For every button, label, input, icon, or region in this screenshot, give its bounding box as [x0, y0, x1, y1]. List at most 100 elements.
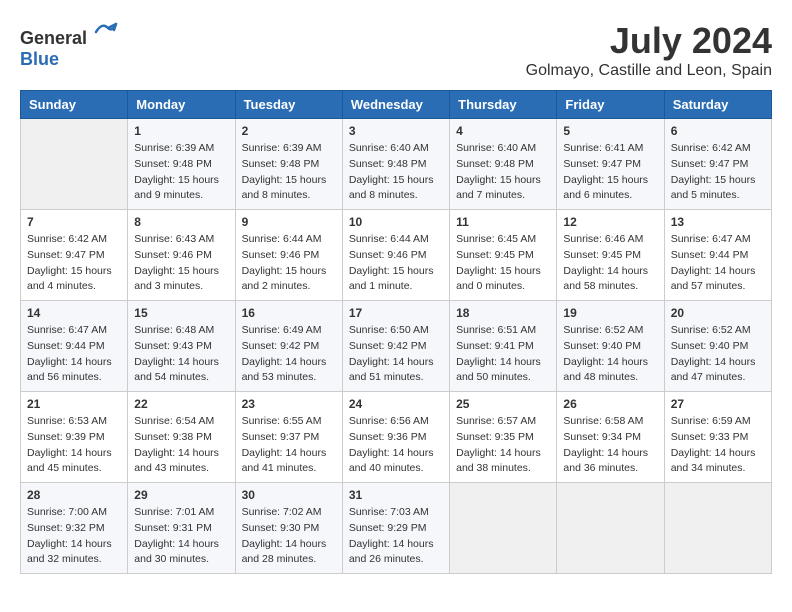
day-number: 30	[242, 488, 336, 502]
sunrise-text: Sunrise: 6:40 AM	[349, 142, 429, 154]
daylight-text: Daylight: 14 hours and 53 minutes.	[242, 356, 327, 384]
calendar-cell: 15 Sunrise: 6:48 AM Sunset: 9:43 PM Dayl…	[128, 301, 235, 392]
sunset-text: Sunset: 9:35 PM	[456, 431, 534, 443]
day-number: 20	[671, 306, 765, 320]
calendar-cell: 3 Sunrise: 6:40 AM Sunset: 9:48 PM Dayli…	[342, 119, 449, 210]
day-number: 19	[563, 306, 657, 320]
daylight-text: Daylight: 14 hours and 28 minutes.	[242, 538, 327, 566]
calendar-cell	[664, 483, 771, 574]
weekday-header-saturday: Saturday	[664, 91, 771, 119]
sunrise-text: Sunrise: 6:48 AM	[134, 324, 214, 336]
week-row-5: 28 Sunrise: 7:00 AM Sunset: 9:32 PM Dayl…	[21, 483, 772, 574]
sunrise-text: Sunrise: 6:43 AM	[134, 233, 214, 245]
sunrise-text: Sunrise: 6:42 AM	[27, 233, 107, 245]
day-info: Sunrise: 6:42 AM Sunset: 9:47 PM Dayligh…	[671, 141, 765, 204]
sunrise-text: Sunrise: 6:56 AM	[349, 415, 429, 427]
day-info: Sunrise: 7:02 AM Sunset: 9:30 PM Dayligh…	[242, 505, 336, 568]
sunset-text: Sunset: 9:46 PM	[349, 249, 427, 261]
day-info: Sunrise: 6:48 AM Sunset: 9:43 PM Dayligh…	[134, 323, 228, 386]
day-info: Sunrise: 6:52 AM Sunset: 9:40 PM Dayligh…	[671, 323, 765, 386]
day-info: Sunrise: 6:40 AM Sunset: 9:48 PM Dayligh…	[456, 141, 550, 204]
day-number: 5	[563, 124, 657, 138]
daylight-text: Daylight: 14 hours and 40 minutes.	[349, 447, 434, 475]
calendar-body: 1 Sunrise: 6:39 AM Sunset: 9:48 PM Dayli…	[21, 119, 772, 574]
sunset-text: Sunset: 9:41 PM	[456, 340, 534, 352]
sunset-text: Sunset: 9:48 PM	[349, 158, 427, 170]
title-section: July 2024 Golmayo, Castille and Leon, Sp…	[526, 20, 772, 80]
day-info: Sunrise: 6:39 AM Sunset: 9:48 PM Dayligh…	[134, 141, 228, 204]
sunset-text: Sunset: 9:31 PM	[134, 522, 212, 534]
main-title: July 2024	[526, 20, 772, 62]
day-number: 24	[349, 397, 443, 411]
day-number: 14	[27, 306, 121, 320]
calendar-cell: 8 Sunrise: 6:43 AM Sunset: 9:46 PM Dayli…	[128, 210, 235, 301]
week-row-2: 7 Sunrise: 6:42 AM Sunset: 9:47 PM Dayli…	[21, 210, 772, 301]
day-number: 4	[456, 124, 550, 138]
sunset-text: Sunset: 9:32 PM	[27, 522, 105, 534]
daylight-text: Daylight: 15 hours and 8 minutes.	[349, 174, 434, 202]
day-number: 27	[671, 397, 765, 411]
sunset-text: Sunset: 9:40 PM	[563, 340, 641, 352]
day-info: Sunrise: 6:47 AM Sunset: 9:44 PM Dayligh…	[671, 232, 765, 295]
calendar-cell: 30 Sunrise: 7:02 AM Sunset: 9:30 PM Dayl…	[235, 483, 342, 574]
day-info: Sunrise: 7:03 AM Sunset: 9:29 PM Dayligh…	[349, 505, 443, 568]
daylight-text: Daylight: 14 hours and 47 minutes.	[671, 356, 756, 384]
daylight-text: Daylight: 14 hours and 54 minutes.	[134, 356, 219, 384]
daylight-text: Daylight: 14 hours and 41 minutes.	[242, 447, 327, 475]
sunset-text: Sunset: 9:38 PM	[134, 431, 212, 443]
sunrise-text: Sunrise: 6:50 AM	[349, 324, 429, 336]
day-number: 26	[563, 397, 657, 411]
sunset-text: Sunset: 9:47 PM	[671, 158, 749, 170]
sunrise-text: Sunrise: 6:47 AM	[27, 324, 107, 336]
calendar-cell: 23 Sunrise: 6:55 AM Sunset: 9:37 PM Dayl…	[235, 392, 342, 483]
day-number: 1	[134, 124, 228, 138]
day-info: Sunrise: 6:57 AM Sunset: 9:35 PM Dayligh…	[456, 414, 550, 477]
day-number: 13	[671, 215, 765, 229]
sunrise-text: Sunrise: 6:46 AM	[563, 233, 643, 245]
sunset-text: Sunset: 9:46 PM	[242, 249, 320, 261]
daylight-text: Daylight: 14 hours and 45 minutes.	[27, 447, 112, 475]
sunset-text: Sunset: 9:44 PM	[27, 340, 105, 352]
sunrise-text: Sunrise: 6:39 AM	[134, 142, 214, 154]
day-info: Sunrise: 6:54 AM Sunset: 9:38 PM Dayligh…	[134, 414, 228, 477]
calendar-cell: 28 Sunrise: 7:00 AM Sunset: 9:32 PM Dayl…	[21, 483, 128, 574]
sunset-text: Sunset: 9:47 PM	[27, 249, 105, 261]
calendar-cell: 27 Sunrise: 6:59 AM Sunset: 9:33 PM Dayl…	[664, 392, 771, 483]
day-info: Sunrise: 6:46 AM Sunset: 9:45 PM Dayligh…	[563, 232, 657, 295]
daylight-text: Daylight: 15 hours and 4 minutes.	[27, 265, 112, 293]
daylight-text: Daylight: 15 hours and 2 minutes.	[242, 265, 327, 293]
day-number: 6	[671, 124, 765, 138]
calendar-cell: 9 Sunrise: 6:44 AM Sunset: 9:46 PM Dayli…	[235, 210, 342, 301]
sunset-text: Sunset: 9:46 PM	[134, 249, 212, 261]
weekday-header-row: SundayMondayTuesdayWednesdayThursdayFrid…	[21, 91, 772, 119]
day-number: 21	[27, 397, 121, 411]
day-info: Sunrise: 7:00 AM Sunset: 9:32 PM Dayligh…	[27, 505, 121, 568]
calendar-cell: 7 Sunrise: 6:42 AM Sunset: 9:47 PM Dayli…	[21, 210, 128, 301]
calendar-cell: 18 Sunrise: 6:51 AM Sunset: 9:41 PM Dayl…	[450, 301, 557, 392]
calendar-cell: 12 Sunrise: 6:46 AM Sunset: 9:45 PM Dayl…	[557, 210, 664, 301]
sunrise-text: Sunrise: 6:44 AM	[242, 233, 322, 245]
day-info: Sunrise: 6:59 AM Sunset: 9:33 PM Dayligh…	[671, 414, 765, 477]
logo-icon	[94, 20, 118, 44]
day-number: 15	[134, 306, 228, 320]
daylight-text: Daylight: 15 hours and 3 minutes.	[134, 265, 219, 293]
sunset-text: Sunset: 9:40 PM	[671, 340, 749, 352]
day-info: Sunrise: 6:55 AM Sunset: 9:37 PM Dayligh…	[242, 414, 336, 477]
day-number: 28	[27, 488, 121, 502]
day-number: 12	[563, 215, 657, 229]
sunset-text: Sunset: 9:33 PM	[671, 431, 749, 443]
sunset-text: Sunset: 9:44 PM	[671, 249, 749, 261]
sunrise-text: Sunrise: 6:44 AM	[349, 233, 429, 245]
week-row-1: 1 Sunrise: 6:39 AM Sunset: 9:48 PM Dayli…	[21, 119, 772, 210]
day-info: Sunrise: 6:42 AM Sunset: 9:47 PM Dayligh…	[27, 232, 121, 295]
calendar-cell: 11 Sunrise: 6:45 AM Sunset: 9:45 PM Dayl…	[450, 210, 557, 301]
day-number: 25	[456, 397, 550, 411]
day-info: Sunrise: 7:01 AM Sunset: 9:31 PM Dayligh…	[134, 505, 228, 568]
daylight-text: Daylight: 14 hours and 57 minutes.	[671, 265, 756, 293]
calendar-cell: 2 Sunrise: 6:39 AM Sunset: 9:48 PM Dayli…	[235, 119, 342, 210]
sunset-text: Sunset: 9:37 PM	[242, 431, 320, 443]
weekday-header-monday: Monday	[128, 91, 235, 119]
daylight-text: Daylight: 15 hours and 9 minutes.	[134, 174, 219, 202]
calendar-cell: 19 Sunrise: 6:52 AM Sunset: 9:40 PM Dayl…	[557, 301, 664, 392]
calendar-cell	[557, 483, 664, 574]
